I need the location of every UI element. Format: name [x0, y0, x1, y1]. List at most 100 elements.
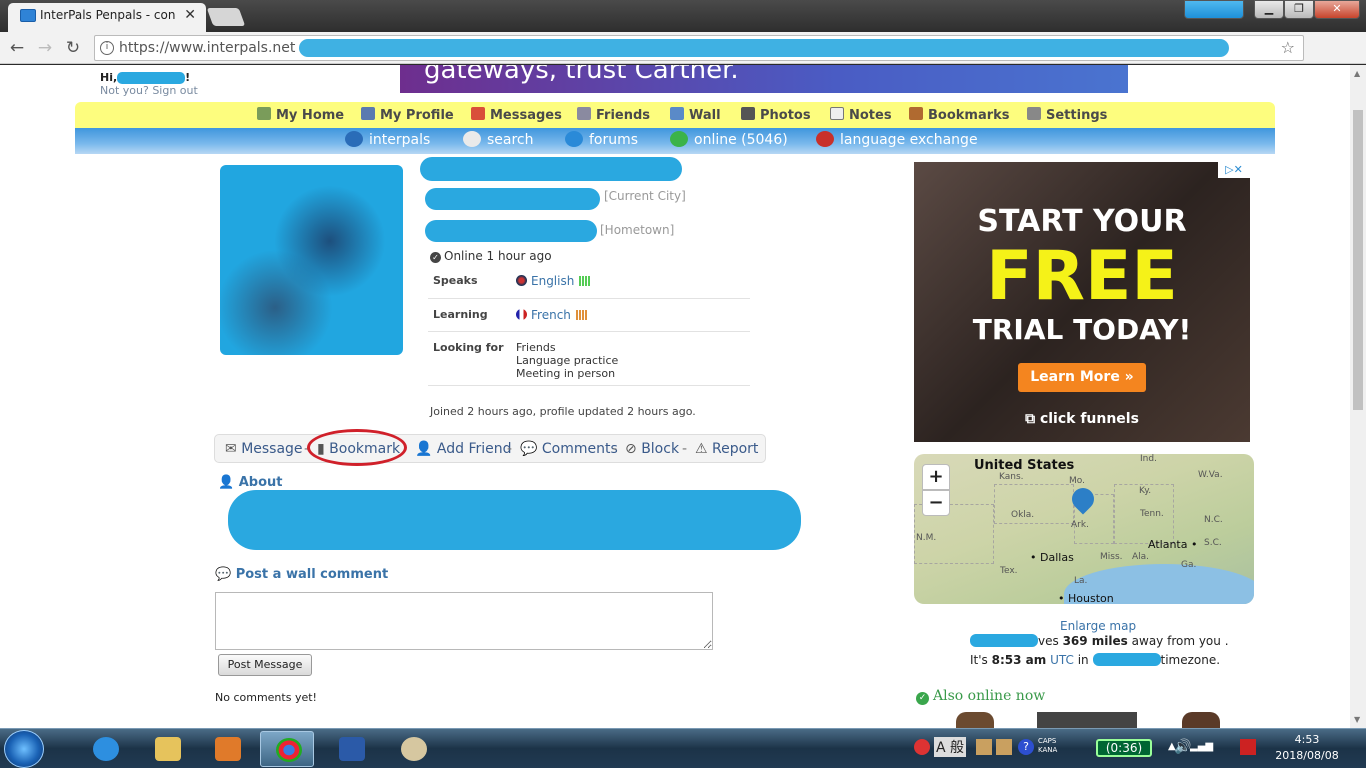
tray-icon[interactable] [914, 739, 930, 755]
reload-icon[interactable]: ↻ [62, 37, 84, 59]
post-message-button[interactable]: Post Message [218, 654, 312, 676]
caps-kana-indicator: CAPS KANA [1038, 737, 1058, 754]
subnav-label: language exchange [840, 132, 978, 148]
volume-icon[interactable]: 🔊 [1174, 739, 1191, 755]
action-center-icon[interactable] [1240, 739, 1256, 755]
show-hidden-icons[interactable]: ▲ [1168, 741, 1176, 752]
subnav-forums[interactable]: forums [565, 131, 638, 148]
map-country-label: United States [974, 458, 1075, 473]
comment-icon: 💬 [520, 441, 542, 457]
close-tab-icon[interactable]: ✕ [184, 3, 196, 28]
wall-icon [670, 107, 684, 120]
scrollbar-thumb[interactable] [1353, 110, 1363, 410]
redacted-url [299, 39, 1229, 57]
greeting-text: Hi, [100, 71, 118, 84]
profile-button[interactable] [1184, 0, 1244, 19]
back-icon[interactable]: ← [6, 37, 28, 59]
taskbar-explorer[interactable] [140, 731, 194, 767]
search-icon [463, 131, 481, 147]
nav-messages[interactable]: Messages [471, 107, 562, 123]
help-icon[interactable]: ? [1018, 739, 1034, 755]
nav-my-profile[interactable]: My Profile [361, 107, 454, 123]
top-banner-ad[interactable]: gateways, trust Carther. [400, 65, 1128, 93]
ime-indicator[interactable]: A 般 [934, 737, 967, 757]
online-user-avatar[interactable] [1182, 712, 1220, 728]
scroll-down-icon[interactable]: ▼ [1354, 715, 1360, 724]
side-ad[interactable]: ▷✕ START YOUR FREE TRIAL TODAY! Learn Mo… [914, 162, 1250, 442]
new-tab-button[interactable] [206, 8, 246, 26]
address-bar[interactable]: i https://www.interpals.net ☆ [94, 35, 1304, 61]
nav-wall[interactable]: Wall [670, 107, 721, 123]
taskbar-chrome[interactable] [260, 731, 314, 767]
nav-notes[interactable]: Notes [830, 107, 892, 123]
subnav-language-exchange[interactable]: language exchange [816, 131, 978, 148]
enlarge-map-link[interactable]: Enlarge map [1060, 619, 1136, 633]
nav-settings[interactable]: Settings [1027, 107, 1107, 123]
taskbar-clock[interactable]: 4:53 2018/08/08 [1262, 732, 1352, 764]
sign-out-link[interactable]: Not you? Sign out [100, 84, 198, 97]
subnav-search[interactable]: search [463, 131, 534, 148]
url-text: https://www.interpals.net [119, 40, 296, 56]
map-label: N.M. [916, 533, 937, 543]
tray-icon[interactable] [976, 739, 992, 755]
close-window-button[interactable]: ✕ [1314, 0, 1360, 19]
profile-action-bar: ✉ Message - ▮ Bookmark 👤 Add Friend - 💬 … [214, 434, 766, 463]
subnav-online[interactable]: online (5046) [670, 131, 788, 148]
map-label: Ala. [1132, 552, 1150, 562]
maximize-button[interactable]: ❐ [1284, 0, 1314, 19]
learning-value[interactable]: French [516, 308, 588, 323]
forward-icon[interactable]: → [34, 37, 56, 59]
taskbar-word[interactable] [324, 731, 378, 767]
message-button[interactable]: ✉ Message [225, 441, 303, 457]
looking-for-item: Friends [516, 341, 556, 354]
online-user-avatar[interactable] [1037, 712, 1137, 728]
report-button[interactable]: ⚠ Report [695, 441, 758, 457]
start-button[interactable] [4, 730, 44, 768]
page-scrollbar[interactable]: ▲ ▼ [1350, 65, 1366, 728]
hometown-label: [Hometown] [600, 223, 675, 237]
subnav-interpals[interactable]: interpals [345, 131, 430, 148]
block-button[interactable]: ⊘ Block [625, 441, 679, 457]
lives-text: ves [1038, 634, 1059, 648]
taskbar-media[interactable] [200, 731, 254, 767]
home-icon [257, 107, 271, 120]
tray-icon[interactable] [996, 739, 1012, 755]
profile-icon [361, 107, 375, 120]
browser-tab-bar: InterPals Penpals - con ✕ ▁ ❐ ✕ [0, 0, 1366, 32]
profile-photo[interactable] [220, 165, 403, 355]
comments-button[interactable]: 💬 Comments [520, 441, 618, 457]
nav-bookmarks[interactable]: Bookmarks [909, 107, 1010, 123]
map-label: Tenn. [1140, 509, 1164, 519]
taskbar-ie[interactable] [78, 731, 132, 767]
add-friend-button[interactable]: 👤 Add Friend [415, 441, 512, 457]
map-label: Tex. [1000, 566, 1018, 576]
location-map[interactable]: United States Kans. Mo. Ky. Ind. W.Va. O… [914, 454, 1254, 604]
info-icon[interactable]: i [100, 41, 114, 55]
zoom-out-button[interactable]: − [922, 490, 950, 516]
redacted-username [117, 72, 186, 84]
taskbar-paint[interactable] [386, 731, 440, 767]
utc-link[interactable]: UTC [1050, 653, 1074, 667]
in-text: in [1077, 653, 1089, 667]
timer-widget[interactable]: (0:36) [1096, 739, 1152, 757]
fluency-bars-icon [575, 309, 588, 323]
action-label: Block [641, 441, 680, 457]
scroll-up-icon[interactable]: ▲ [1354, 69, 1360, 78]
minimize-button[interactable]: ▁ [1254, 0, 1284, 19]
ad-choices-icon[interactable]: ▷✕ [1218, 162, 1250, 178]
bookmark-star-icon[interactable]: ☆ [1281, 36, 1295, 60]
nav-friends[interactable]: Friends [577, 107, 650, 123]
wall-comment-textarea[interactable] [215, 592, 713, 650]
nav-photos[interactable]: Photos [741, 107, 811, 123]
network-icon[interactable]: ▂▄▆ [1190, 741, 1213, 752]
envelope-icon: ✉ [225, 441, 242, 457]
nav-my-home[interactable]: My Home [257, 107, 344, 123]
uk-flag-icon [516, 275, 527, 286]
speaks-row: Speaks English [428, 265, 750, 299]
zoom-in-button[interactable]: + [922, 464, 950, 490]
online-user-avatar[interactable] [956, 712, 994, 728]
speaks-value[interactable]: English [516, 274, 591, 289]
distance-value: 369 miles [1062, 634, 1128, 648]
ad-learn-more-button[interactable]: Learn More » [1018, 363, 1146, 392]
browser-tab[interactable]: InterPals Penpals - con ✕ [8, 3, 206, 32]
